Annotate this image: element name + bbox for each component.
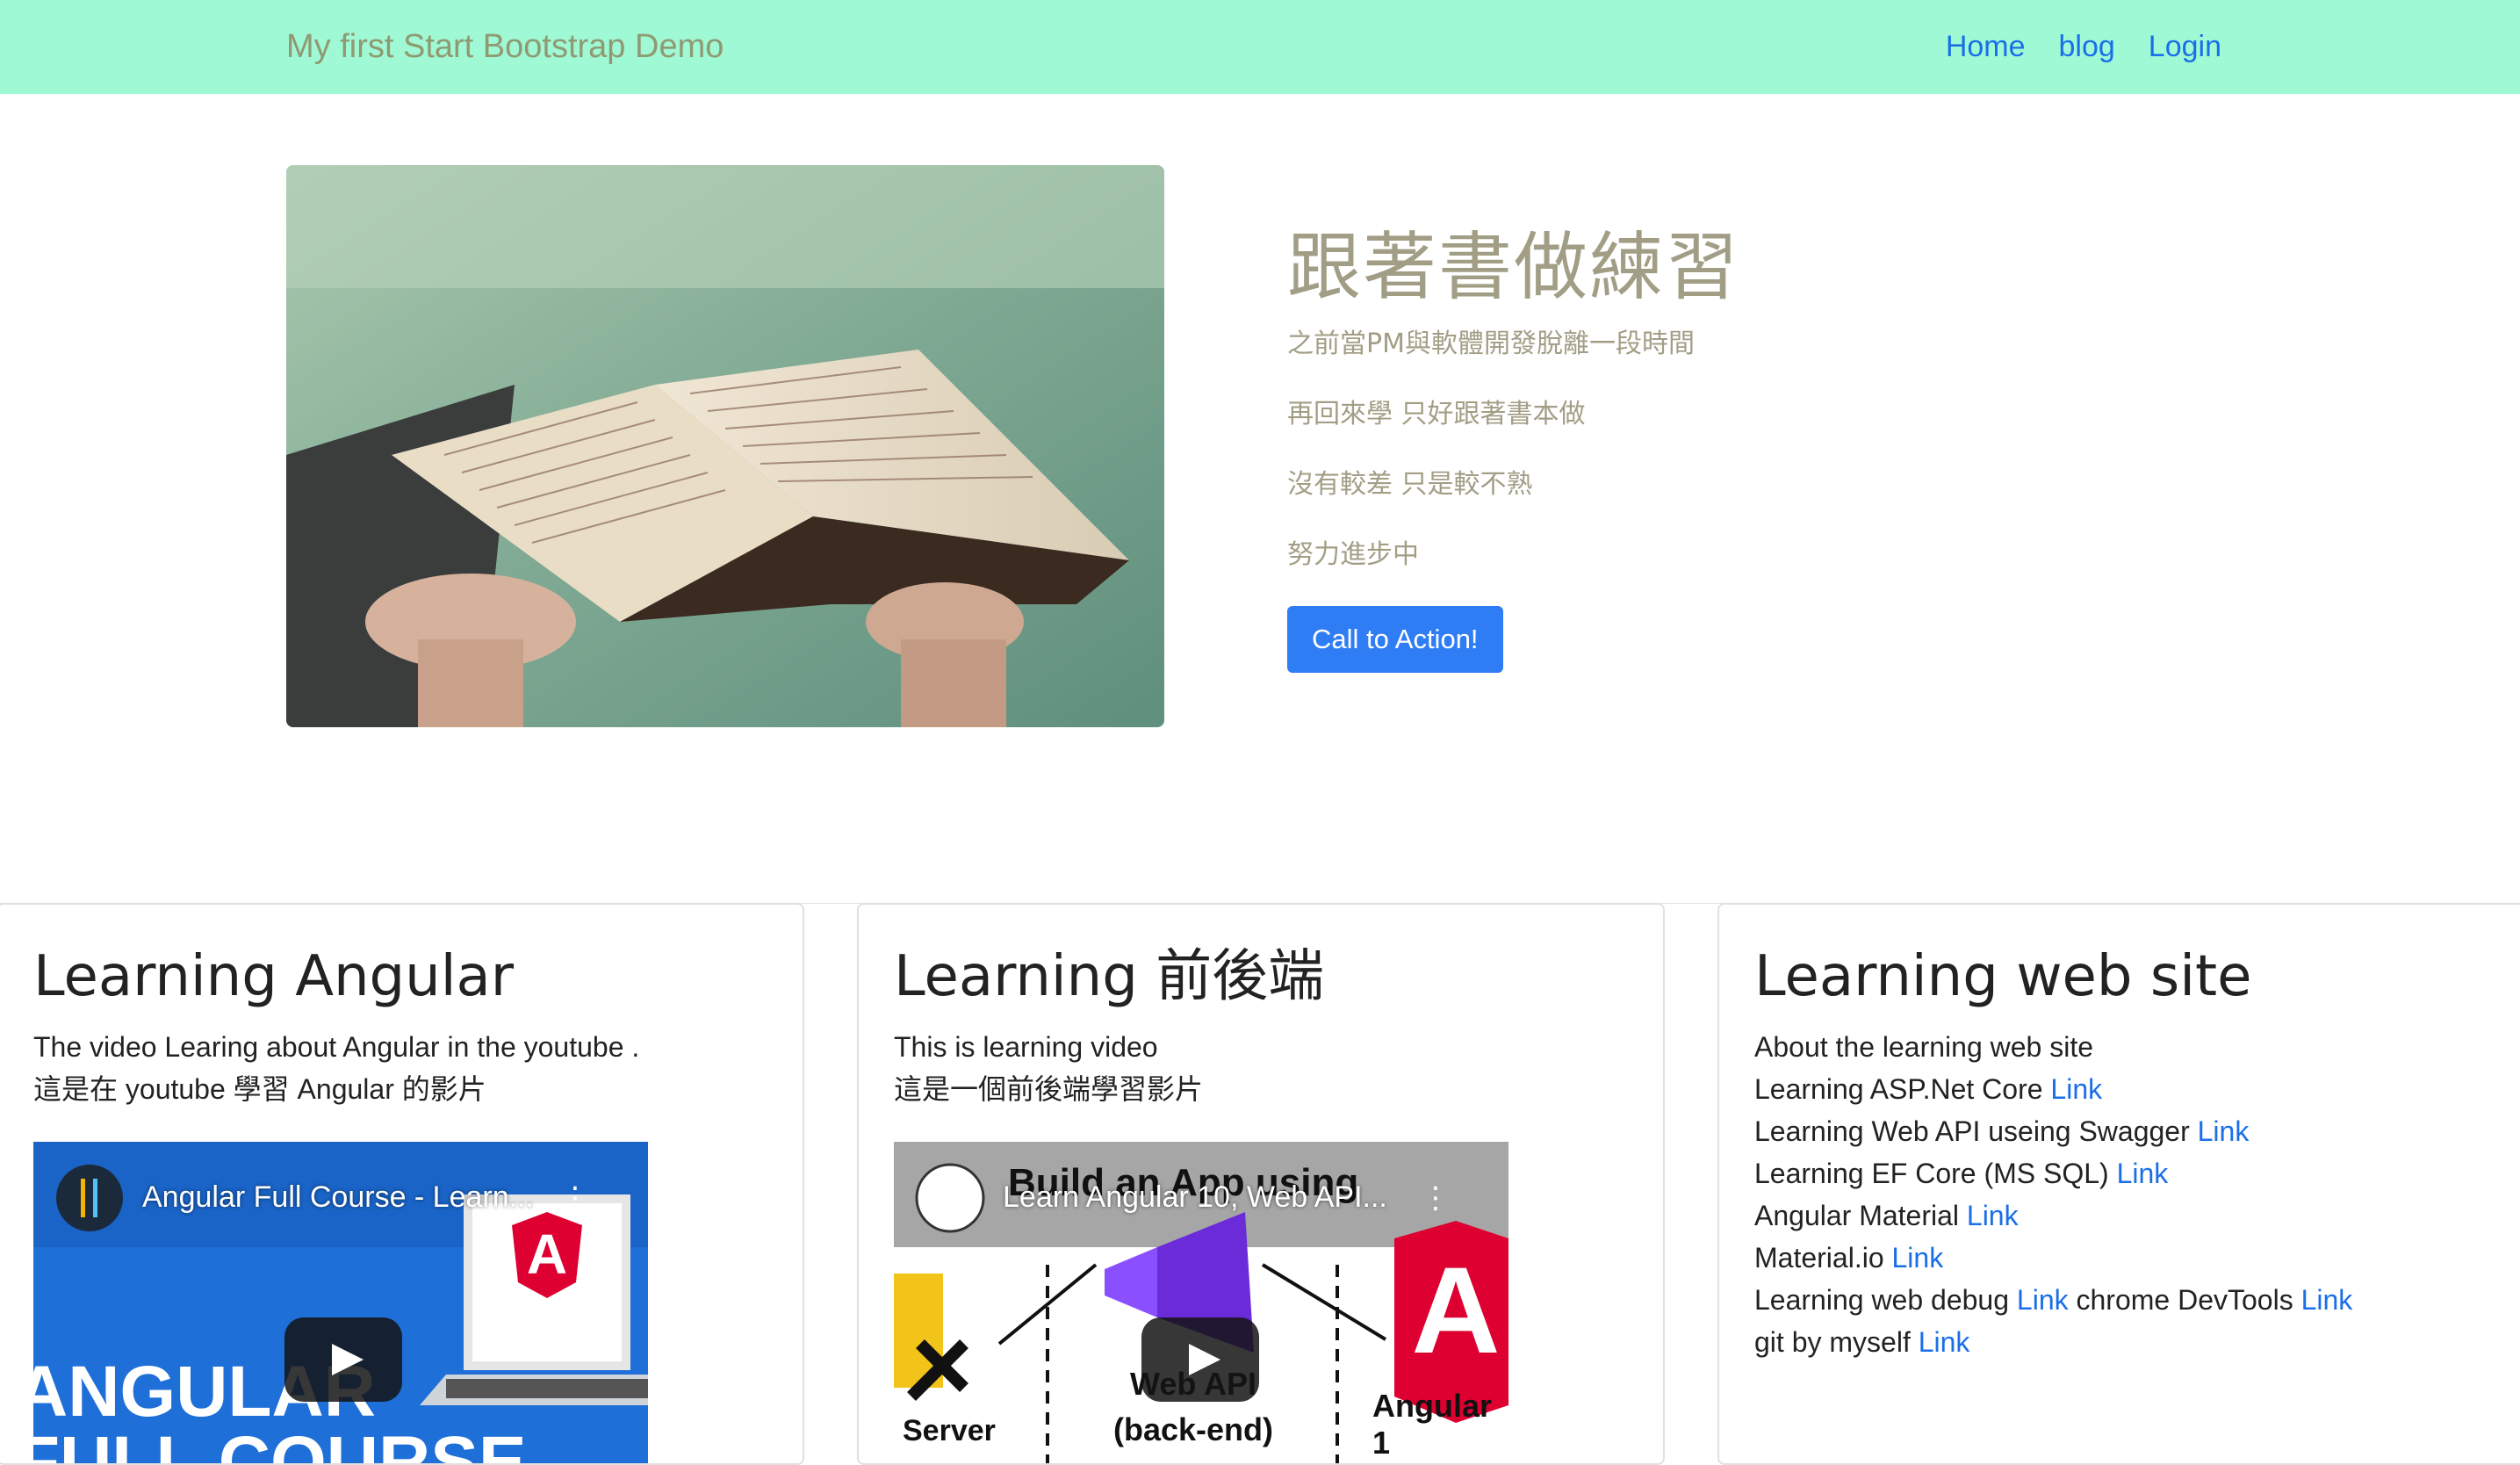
more-vert-icon[interactable]: ⋮ [560,1180,590,1216]
card-learning-angular: Learning Angular The video Learing about… [0,903,804,1465]
navbar: My first Start Bootstrap Demo Home blog … [0,0,2520,94]
list-item: Learning ASP.Net Core Link [1754,1073,2103,1105]
nav-link-login[interactable]: Login [2149,25,2221,69]
hero-line: 再回來學 只好跟著書本做 [1287,399,1586,429]
link[interactable]: Link [1892,1242,1944,1274]
youtube-video-fullstack[interactable]: A Build an App using Learn Angular 10, W… [894,1142,1508,1463]
link[interactable]: Link [1967,1200,2019,1231]
link[interactable]: Link [1919,1326,1970,1358]
svg-text:A: A [527,1223,567,1286]
video-label: (back-end) [1113,1411,1274,1447]
card-title: Learning web site [1754,944,2252,1009]
video-label: Angular 1 [1372,1388,1493,1461]
list-item: Learning Web API useing Swagger Link [1754,1115,2250,1147]
video-overlay-text: FULL COURSE [33,1422,527,1465]
hero-line: 沒有較差 只是較不熟 [1287,469,1533,500]
list-item: Material.io Link [1754,1242,1944,1274]
link[interactable]: Link [2198,1115,2250,1147]
card-title: Learning 前後端 [894,944,1325,1009]
card-learning-frontend-backend: Learning 前後端 This is learning video 這是一個… [857,903,1665,1465]
video-label: Server [903,1414,996,1447]
card-learning-web-site: Learning web site About the learning web… [1717,903,2520,1465]
nav-link-blog[interactable]: blog [2059,25,2115,69]
link[interactable]: Link [2050,1073,2102,1105]
video-overlay-text: ANGULAR [33,1352,376,1432]
link[interactable]: Link [2117,1158,2169,1189]
card-text-line: 這是一個前後端學習影片 [894,1073,1204,1105]
list-item: Learning web debug Link chrome DevTools … [1754,1284,2353,1316]
hero-line: 之前當PM與軟體開發脫離一段時間 [1287,328,1695,359]
video-title: Angular Full Course - Learn... [142,1180,534,1214]
nav-links: Home blog Login [1946,25,2221,69]
card-title: Learning Angular [33,944,515,1009]
youtube-video-angular[interactable]: A Angular Full Course - Learn... ⋮ ANGUL… [33,1142,648,1465]
svg-text:A: A [1411,1241,1500,1379]
card-text: About the learning web site Learning ASP… [1754,1026,2520,1363]
list-item: Learning EF Core (MS SQL) Link [1754,1158,2169,1189]
video-title: Learn Angular 10, Web API... [1003,1180,1387,1214]
book-reading-image [286,165,1164,727]
card-text: The video Learing about Angular in the y… [33,1026,776,1110]
card-text-line: This is learning video [894,1031,1158,1063]
more-vert-icon[interactable]: ⋮ [1421,1180,1451,1216]
hero-text: 跟著書做練習 之前當PM與軟體開發脫離一段時間 再回來學 只好跟著書本做 沒有較… [1287,221,2165,673]
nav-link-home[interactable]: Home [1946,25,2026,69]
card-text-line: 這是在 youtube 學習 Angular 的影片 [33,1073,486,1105]
hero-line: 努力進步中 [1287,539,1419,570]
list-item: Angular Material Link [1754,1200,2019,1231]
call-to-action-button[interactable]: Call to Action! [1287,606,1503,673]
play-icon[interactable] [1141,1317,1259,1402]
card-text-line: About the learning web site [1754,1031,2094,1063]
card-text-line: The video Learing about Angular in the y… [33,1031,640,1063]
list-item: git by myself Link [1754,1326,1970,1358]
link[interactable]: Link [2301,1284,2353,1316]
link[interactable]: Link [2017,1284,2069,1316]
hero-title: 跟著書做練習 [1287,224,1741,310]
navbar-brand[interactable]: My first Start Bootstrap Demo [286,25,724,69]
card-text: This is learning video 這是一個前後端學習影片 [894,1026,1637,1110]
play-icon[interactable] [284,1317,402,1402]
